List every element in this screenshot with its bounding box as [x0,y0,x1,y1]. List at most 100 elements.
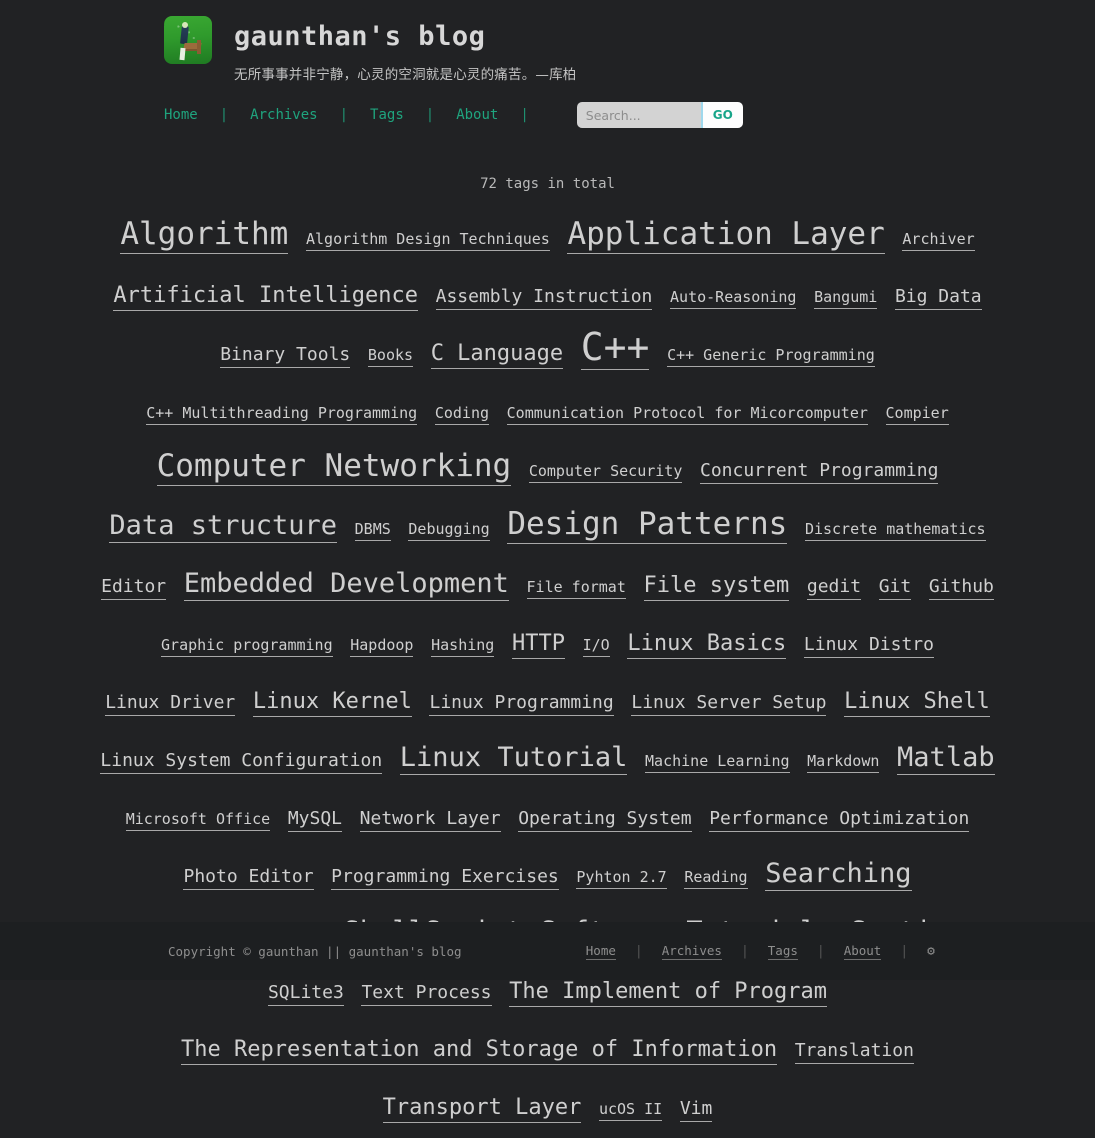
tag-link[interactable]: Graphic programming [161,638,333,657]
tag-link[interactable]: Linux System Configuration [100,752,383,774]
tag-link[interactable]: Bangumi [814,290,878,309]
tag-cloud-section: 72 tags in total Algorithm Algorithm Des… [0,176,1095,1138]
nav-separator: | [219,107,229,123]
tag-link[interactable]: Programming Exercises [331,868,559,890]
nav-separator: | [339,107,349,123]
tag-link[interactable]: Matlab [897,744,995,775]
tag-link[interactable]: Auto-Reasoning [670,290,797,309]
tag-link[interactable]: Big Data [894,288,982,310]
tag-link[interactable]: Hashing [431,638,495,657]
tag-link[interactable]: Coding [434,406,490,425]
tag-link[interactable]: Linux Driver [105,694,236,716]
tag-link[interactable]: Concurrent Programming [700,462,939,484]
search-input[interactable] [576,102,701,128]
tag-link[interactable]: Binary Tools [220,346,351,368]
tag-link[interactable]: Microsoft Office [125,812,271,831]
tag-link[interactable]: Archiver [902,232,975,251]
tag-link[interactable]: Debugging [408,522,490,541]
footer-separator: | [740,943,749,959]
tag-link[interactable]: C Language [430,343,564,369]
tag-link[interactable]: Computer Security [528,464,683,483]
tag-link[interactable]: Photo Editor [183,868,314,890]
gear-icon[interactable]: ⚙ [927,945,935,958]
tag-link[interactable]: Algorithm [120,219,289,254]
tag-link[interactable]: Vim [679,1100,713,1122]
tag-link[interactable]: Machine Learning [645,754,790,773]
tag-link[interactable]: Linux Programming [429,694,614,716]
tag-link[interactable]: Artificial Intelligence [113,285,418,311]
site-title[interactable]: gaunthan's blog [234,23,577,50]
tag-link[interactable]: Assembly Instruction [435,288,653,310]
tag-link[interactable]: Embedded Development [183,570,509,601]
tag-link[interactable]: Operating System [518,810,692,832]
tag-link[interactable]: Linux Basics [627,633,787,659]
tag-link[interactable]: Compier [885,406,949,425]
tag-link[interactable]: Network Layer [359,810,501,832]
footer-link-archives[interactable]: Archives [661,943,722,960]
tag-link[interactable]: Reading [684,870,748,889]
tag-link[interactable]: Text Process [361,984,492,1006]
tag-link[interactable]: File system [643,575,790,601]
site-header: gaunthan's blog 无所事事并非宁静，心灵的空洞就是心灵的痛苦。—库… [0,0,1095,130]
tag-link[interactable]: Linux Distro [803,636,934,658]
footer-separator: | [816,943,825,959]
tag-link[interactable]: I/O [582,638,610,657]
tag-link[interactable]: C++ Generic Programming [667,348,875,367]
tag-link[interactable]: SQLite3 [267,984,344,1006]
tag-link[interactable]: The Implement of Program [509,981,828,1007]
tag-link[interactable]: Linux Tutorial [399,744,628,775]
nav-link-tags[interactable]: Tags [370,107,404,123]
tag-link[interactable]: Performance Optimization [709,810,970,832]
tag-link[interactable]: Searching [765,860,912,891]
tag-link[interactable]: DBMS [354,522,391,541]
tag-link[interactable]: Algorithm Design Techniques [305,232,550,251]
site-subtitle: 无所事事并非宁静，心灵的空洞就是心灵的痛苦。—库柏 [234,67,577,83]
footer-link-home[interactable]: Home [585,943,616,960]
tag-link[interactable]: Data structure [109,512,337,543]
tag-link[interactable]: MySQL [287,810,343,832]
tag-link[interactable]: Linux Server Setup [631,694,827,716]
tag-link[interactable]: Computer Networking [156,451,512,486]
footer-link-tags[interactable]: Tags [767,943,798,960]
search-form: GO [576,102,743,128]
avatar-figure-leg [179,47,186,61]
tag-link[interactable]: Linux Kernel [252,691,412,717]
tag-link[interactable]: gedit [806,578,862,600]
tag-total-count: 72 tags in total [480,176,615,192]
tag-link[interactable]: HTTP [511,633,565,659]
tag-link[interactable]: ucOS II [598,1102,663,1121]
tag-link[interactable]: Communication Protocol for Micorcomputer [506,406,868,425]
nav-separator: | [425,107,435,123]
avatar[interactable] [164,16,212,64]
tag-link[interactable]: Translation [794,1042,914,1064]
tag-link[interactable]: Books [367,348,414,367]
tag-link[interactable]: Linux Shell [844,691,990,717]
footer-link-about[interactable]: About [843,943,882,960]
nav-link-about[interactable]: About [456,107,498,123]
tag-link[interactable]: Git [878,578,912,600]
nav-separator: | [520,107,529,123]
tag-link[interactable]: The Representation and Storage of Inform… [181,1039,778,1065]
nav-link-home[interactable]: Home [164,107,198,123]
tag-link[interactable]: C++ Multithreading Programming [146,406,418,425]
footer-separator: | [634,943,643,959]
tag-link[interactable]: Editor [101,578,167,600]
tag-link[interactable]: Markdown [807,754,880,773]
tag-link[interactable]: Transport Layer [382,1097,582,1123]
footer-separator: | [900,943,909,959]
tag-cloud: Algorithm Algorithm Design Techniques Ap… [88,210,1008,1138]
nav-link-archives[interactable]: Archives [250,107,317,123]
tag-link[interactable]: Application Layer [567,219,885,254]
avatar-figure-chair [197,40,201,54]
tag-link[interactable]: Github [928,578,994,600]
main-nav: Home | Archives | Tags | About | GO [0,100,1095,130]
avatar-figure-head [182,22,188,28]
search-go-button[interactable]: GO [700,102,743,128]
tag-link[interactable]: File format [526,580,626,599]
copyright-text: Copyright © gaunthan || gaunthan's blog [168,943,462,959]
tag-link[interactable]: Hapdoop [350,638,414,657]
tag-link[interactable]: Design Patterns [507,509,788,544]
tag-link[interactable]: Pyhton 2.7 [576,870,667,889]
tag-link[interactable]: C++ [580,328,650,370]
tag-link[interactable]: Discrete mathematics [804,522,986,541]
